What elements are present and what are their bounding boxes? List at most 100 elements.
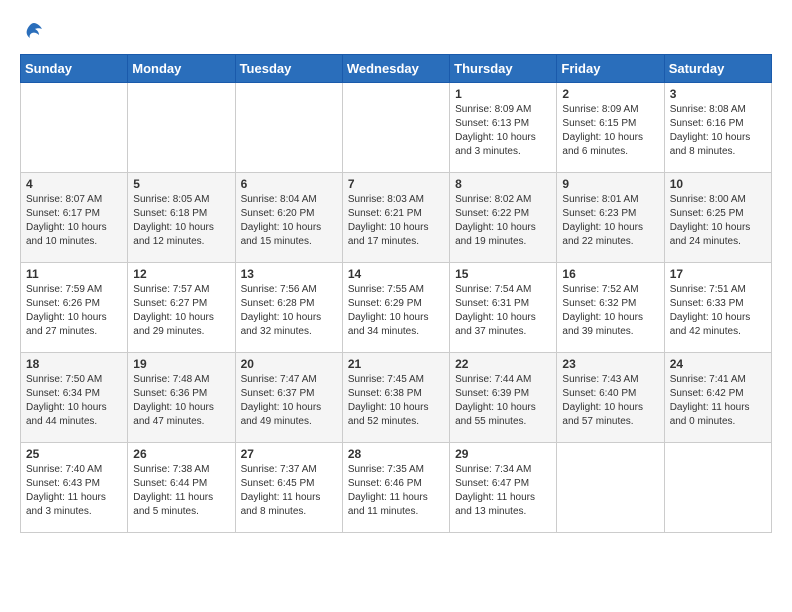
calendar-cell: 20Sunrise: 7:47 AM Sunset: 6:37 PM Dayli… xyxy=(235,353,342,443)
calendar-cell: 6 Sunrise: 8:04 AM Sunset: 6:20 PM Daylig… xyxy=(235,173,342,263)
cell-info: Sunrise: 7:38 AM Sunset: 6:44 PM Dayligh… xyxy=(133,463,229,519)
column-header-friday: Friday xyxy=(557,55,664,83)
cell-info: Sunrise: 8:00 AM Sunset: 6:25 PM Dayligh… xyxy=(670,193,766,249)
calendar-cell: 21 Sunrise: 7:45 AM Sunset: 6:38 PM Dayli… xyxy=(342,353,449,443)
cell-info: Sunrise: 8:03 AM Sunset: 6:21 PM Dayligh… xyxy=(348,193,444,249)
calendar-cell: 13 Sunrise: 7:56 AM Sunset: 6:28 PM Dayli… xyxy=(235,263,342,353)
calendar-cell: 11Sunrise: 7:59 AM Sunset: 6:26 PM Dayli… xyxy=(21,263,128,353)
calendar-cell: 17 Sunrise: 7:51 AM Sunset: 6:33 PM Dayli… xyxy=(664,263,771,353)
calendar-cell xyxy=(128,83,235,173)
cell-info: Sunrise: 7:57 AM Sunset: 6:27 PM Dayligh… xyxy=(133,283,229,339)
calendar-cell: 25 Sunrise: 7:40 AM Sunset: 6:43 PM Dayli… xyxy=(21,443,128,533)
cell-info: Sunrise: 7:48 AM Sunset: 6:36 PM Dayligh… xyxy=(133,373,229,429)
calendar-cell: 23 Sunrise: 7:43 AM Sunset: 6:40 PM Dayli… xyxy=(557,353,664,443)
calendar-cell: 1 Sunrise: 8:09 AM Sunset: 6:13 PM Daylig… xyxy=(450,83,557,173)
day-number: 18 xyxy=(26,357,122,371)
column-header-wednesday: Wednesday xyxy=(342,55,449,83)
column-header-sunday: Sunday xyxy=(21,55,128,83)
calendar-cell: 8 Sunrise: 8:02 AM Sunset: 6:22 PM Daylig… xyxy=(450,173,557,263)
cell-info: Sunrise: 7:41 AM Sunset: 6:42 PM Dayligh… xyxy=(670,373,766,429)
day-number: 5 xyxy=(133,177,229,191)
cell-info: Sunrise: 8:07 AM Sunset: 6:17 PM Dayligh… xyxy=(26,193,122,249)
calendar-cell xyxy=(557,443,664,533)
calendar-cell: 28 Sunrise: 7:35 AM Sunset: 6:46 PM Dayli… xyxy=(342,443,449,533)
day-number: 26 xyxy=(133,447,229,461)
cell-info: Sunrise: 7:44 AM Sunset: 6:39 PM Dayligh… xyxy=(455,373,551,429)
day-number: 16 xyxy=(562,267,658,281)
day-number: 20 xyxy=(241,357,337,371)
calendar-cell: 29Sunrise: 7:34 AM Sunset: 6:47 PM Dayli… xyxy=(450,443,557,533)
day-number: 6 xyxy=(241,177,337,191)
cell-info: Sunrise: 7:35 AM Sunset: 6:46 PM Dayligh… xyxy=(348,463,444,519)
column-header-monday: Monday xyxy=(128,55,235,83)
day-number: 3 xyxy=(670,87,766,101)
day-number: 29 xyxy=(455,447,551,461)
calendar-cell: 5 Sunrise: 8:05 AM Sunset: 6:18 PM Daylig… xyxy=(128,173,235,263)
column-header-tuesday: Tuesday xyxy=(235,55,342,83)
day-number: 10 xyxy=(670,177,766,191)
cell-info: Sunrise: 7:50 AM Sunset: 6:34 PM Dayligh… xyxy=(26,373,122,429)
day-number: 7 xyxy=(348,177,444,191)
day-number: 1 xyxy=(455,87,551,101)
calendar-cell: 2 Sunrise: 8:09 AM Sunset: 6:15 PM Daylig… xyxy=(557,83,664,173)
day-number: 4 xyxy=(26,177,122,191)
cell-info: Sunrise: 8:05 AM Sunset: 6:18 PM Dayligh… xyxy=(133,193,229,249)
calendar-cell: 27 Sunrise: 7:37 AM Sunset: 6:45 PM Dayli… xyxy=(235,443,342,533)
day-number: 23 xyxy=(562,357,658,371)
logo-bird-icon xyxy=(22,20,46,44)
calendar-cell: 19 Sunrise: 7:48 AM Sunset: 6:36 PM Dayli… xyxy=(128,353,235,443)
logo xyxy=(20,20,46,44)
day-number: 13 xyxy=(241,267,337,281)
calendar-cell: 26 Sunrise: 7:38 AM Sunset: 6:44 PM Dayli… xyxy=(128,443,235,533)
day-number: 24 xyxy=(670,357,766,371)
cell-info: Sunrise: 7:43 AM Sunset: 6:40 PM Dayligh… xyxy=(562,373,658,429)
day-number: 8 xyxy=(455,177,551,191)
cell-info: Sunrise: 7:37 AM Sunset: 6:45 PM Dayligh… xyxy=(241,463,337,519)
calendar-cell: 4 Sunrise: 8:07 AM Sunset: 6:17 PM Daylig… xyxy=(21,173,128,263)
page-header xyxy=(20,20,772,44)
cell-info: Sunrise: 8:09 AM Sunset: 6:15 PM Dayligh… xyxy=(562,103,658,159)
calendar-cell: 9 Sunrise: 8:01 AM Sunset: 6:23 PM Daylig… xyxy=(557,173,664,263)
cell-info: Sunrise: 8:08 AM Sunset: 6:16 PM Dayligh… xyxy=(670,103,766,159)
calendar-cell: 22 Sunrise: 7:44 AM Sunset: 6:39 PM Dayli… xyxy=(450,353,557,443)
column-header-saturday: Saturday xyxy=(664,55,771,83)
day-number: 25 xyxy=(26,447,122,461)
cell-info: Sunrise: 7:52 AM Sunset: 6:32 PM Dayligh… xyxy=(562,283,658,339)
calendar-cell: 10 Sunrise: 8:00 AM Sunset: 6:25 PM Dayli… xyxy=(664,173,771,263)
cell-info: Sunrise: 7:59 AM Sunset: 6:26 PM Dayligh… xyxy=(26,283,122,339)
day-number: 21 xyxy=(348,357,444,371)
day-number: 9 xyxy=(562,177,658,191)
day-number: 19 xyxy=(133,357,229,371)
day-number: 14 xyxy=(348,267,444,281)
day-number: 22 xyxy=(455,357,551,371)
cell-info: Sunrise: 7:55 AM Sunset: 6:29 PM Dayligh… xyxy=(348,283,444,339)
cell-info: Sunrise: 8:09 AM Sunset: 6:13 PM Dayligh… xyxy=(455,103,551,159)
day-number: 12 xyxy=(133,267,229,281)
cell-info: Sunrise: 7:54 AM Sunset: 6:31 PM Dayligh… xyxy=(455,283,551,339)
cell-info: Sunrise: 7:40 AM Sunset: 6:43 PM Dayligh… xyxy=(26,463,122,519)
calendar-cell xyxy=(664,443,771,533)
day-number: 27 xyxy=(241,447,337,461)
day-number: 17 xyxy=(670,267,766,281)
calendar-cell: 14 Sunrise: 7:55 AM Sunset: 6:29 PM Dayli… xyxy=(342,263,449,353)
calendar-cell xyxy=(342,83,449,173)
column-header-thursday: Thursday xyxy=(450,55,557,83)
cell-info: Sunrise: 7:45 AM Sunset: 6:38 PM Dayligh… xyxy=(348,373,444,429)
calendar-cell xyxy=(21,83,128,173)
calendar-cell: 15 Sunrise: 7:54 AM Sunset: 6:31 PM Dayli… xyxy=(450,263,557,353)
calendar-cell xyxy=(235,83,342,173)
cell-info: Sunrise: 7:56 AM Sunset: 6:28 PM Dayligh… xyxy=(241,283,337,339)
calendar-cell: 3 Sunrise: 8:08 AM Sunset: 6:16 PM Daylig… xyxy=(664,83,771,173)
calendar-cell: 7 Sunrise: 8:03 AM Sunset: 6:21 PM Daylig… xyxy=(342,173,449,263)
cell-info: Sunrise: 7:51 AM Sunset: 6:33 PM Dayligh… xyxy=(670,283,766,339)
cell-info: Sunrise: 8:01 AM Sunset: 6:23 PM Dayligh… xyxy=(562,193,658,249)
day-number: 2 xyxy=(562,87,658,101)
cell-info: Sunrise: 8:02 AM Sunset: 6:22 PM Dayligh… xyxy=(455,193,551,249)
cell-info: Sunrise: 8:04 AM Sunset: 6:20 PM Dayligh… xyxy=(241,193,337,249)
day-number: 28 xyxy=(348,447,444,461)
calendar-cell: 18 Sunrise: 7:50 AM Sunset: 6:34 PM Dayli… xyxy=(21,353,128,443)
day-number: 15 xyxy=(455,267,551,281)
calendar-cell: 12 Sunrise: 7:57 AM Sunset: 6:27 PM Dayli… xyxy=(128,263,235,353)
calendar-cell: 16 Sunrise: 7:52 AM Sunset: 6:32 PM Dayli… xyxy=(557,263,664,353)
calendar-cell: 24 Sunrise: 7:41 AM Sunset: 6:42 PM Dayli… xyxy=(664,353,771,443)
